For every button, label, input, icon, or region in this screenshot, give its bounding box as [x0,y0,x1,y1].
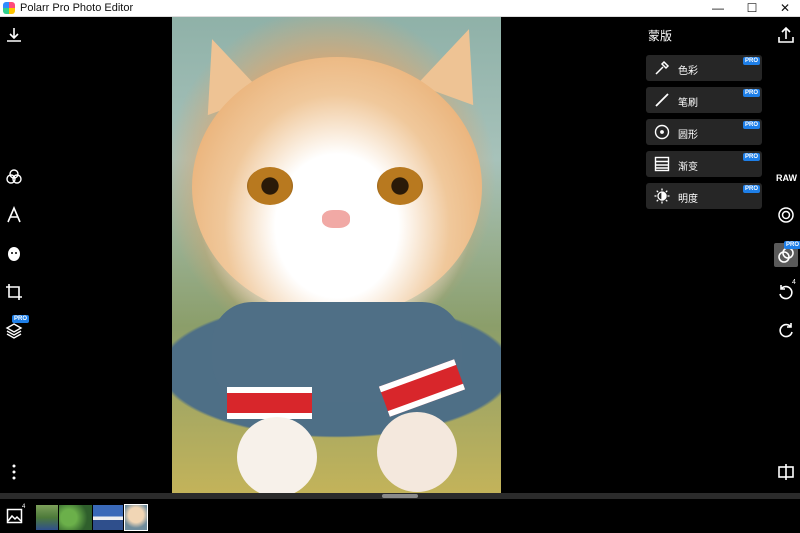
window-titlebar: Polarr Pro Photo Editor — ☐ ✕ [0,0,800,17]
eyedropper-icon [655,60,670,75]
polarr-logo-icon [3,2,15,14]
pro-badge: PRO [784,241,800,249]
brush-icon [655,93,669,107]
compare-icon[interactable] [776,463,796,483]
reset-icon[interactable] [776,321,796,341]
mask-brush-button[interactable]: 笔刷 PRO [646,87,762,113]
pro-badge: PRO [742,121,760,129]
mask-brush-label: 笔刷 [678,98,698,109]
photo-detail [322,210,350,228]
mask-color-label: 色彩 [678,66,698,77]
face-icon[interactable] [4,245,24,265]
text-icon[interactable] [4,205,24,226]
adjust-icon[interactable] [776,206,796,226]
window-title: Polarr Pro Photo Editor [20,2,134,14]
thumbnail-greenery[interactable] [59,505,92,530]
maximize-button[interactable]: ☐ [737,0,767,16]
close-button[interactable]: ✕ [770,0,800,16]
radial-icon [654,124,670,140]
more-icon[interactable] [4,463,24,483]
photo-canvas[interactable] [172,17,501,493]
mask-gradient-button[interactable]: 渐变 PRO [646,151,762,177]
share-icon[interactable] [776,26,796,46]
photo-detail [227,387,312,419]
raw-button[interactable]: RAW [776,168,797,188]
gradient-icon [654,156,670,172]
layers-icon[interactable]: PRO [4,315,30,341]
luminance-icon [654,188,670,204]
filters-icon[interactable] [4,168,24,188]
mask-panel-title: 蒙版 [648,29,673,43]
mask-radial-label: 圆形 [678,130,698,141]
mask-luminance-label: 明度 [678,194,698,205]
thumbnail-cat-selected[interactable] [124,504,148,531]
download-icon[interactable] [4,26,24,46]
thumbnail-sky[interactable] [93,505,123,530]
pro-badge: PRO [742,153,760,161]
editor-main: PRO 蒙版 色彩 PRO 笔刷 PRO 圆形 PRO 渐变 PRO 明度 PR… [0,17,800,493]
pro-badge: PRO [742,89,760,97]
pro-badge: PRO [12,315,30,323]
photo-detail [377,412,457,492]
mask-color-button[interactable]: 色彩 PRO [646,55,762,81]
filmstrip: 4 [0,499,800,533]
minimize-button[interactable]: — [703,0,733,16]
thumbnail-landscape[interactable] [36,505,58,530]
mask-tool-icon[interactable]: PRO [774,241,800,267]
pro-badge: PRO [742,57,760,65]
gallery-count: 4 [22,504,26,510]
history-icon[interactable]: 4 [776,279,796,303]
history-count: 4 [792,279,796,286]
pro-badge: PRO [742,185,760,193]
photo-detail [237,417,317,493]
filmstrip-drag-handle[interactable] [382,494,418,498]
mask-gradient-label: 渐变 [678,162,698,173]
mask-luminance-button[interactable]: 明度 PRO [646,183,762,209]
mask-radial-button[interactable]: 圆形 PRO [646,119,762,145]
photo-detail [247,167,293,205]
photo-detail [192,57,482,317]
crop-icon[interactable] [4,283,24,303]
photo-detail [377,167,423,205]
